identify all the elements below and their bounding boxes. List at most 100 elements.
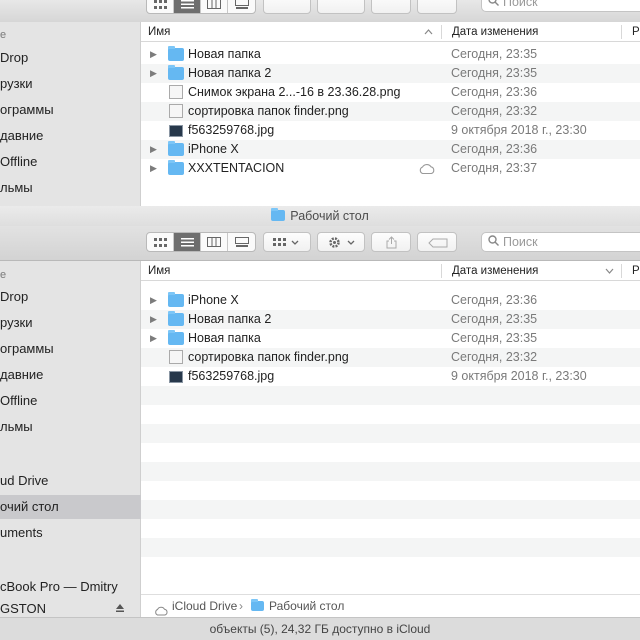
path-separator: › — [239, 599, 243, 613]
list-view-icon[interactable] — [174, 233, 201, 251]
disclosure-triangle-icon[interactable]: ▶ — [150, 140, 157, 159]
sidebar-item-offline[interactable]: Offline — [0, 150, 141, 174]
sidebar-item-desktop[interactable]: очий стол — [0, 495, 141, 519]
column-divider[interactable] — [441, 264, 442, 278]
path-folder[interactable]: Рабочий стол — [269, 595, 344, 617]
folder-icon — [271, 208, 286, 222]
column-view-icon[interactable] — [201, 233, 228, 251]
sidebar-item-downloads[interactable]: рузки — [0, 72, 141, 96]
group-button[interactable] — [263, 232, 311, 252]
sidebar-item-downloads[interactable]: рузки — [0, 311, 141, 335]
disclosure-triangle-icon[interactable]: ▶ — [150, 329, 157, 348]
tags-button[interactable] — [417, 232, 457, 252]
sidebar-item-airdrop[interactable]: Drop — [0, 46, 141, 70]
view-mode-segmented-control[interactable] — [146, 0, 256, 14]
file-name: XXXTENTACION — [188, 161, 285, 175]
sidebar-section-header: e — [0, 269, 7, 281]
file-name: сортировка папок finder.png — [188, 104, 349, 118]
disclosure-triangle-icon[interactable]: ▶ — [150, 45, 157, 64]
file-name: iPhone X — [188, 142, 239, 156]
sidebar-item-applications[interactable]: ограммы — [0, 337, 141, 361]
share-icon — [386, 236, 397, 249]
table-row[interactable]: ▶ iPhone X Сегодня, 23:36 — [141, 140, 640, 159]
file-name: Новая папка 2 — [188, 66, 272, 80]
table-row[interactable]: ▶ XXXTENTACION Сегодня, 23:37 — [141, 159, 640, 178]
disclosure-triangle-icon[interactable]: ▶ — [150, 310, 157, 329]
toolbar: Поиск — [0, 0, 640, 23]
table-row[interactable]: ▶ Новая папка Сегодня, 23:35 — [141, 329, 640, 348]
toolbar: Поиск — [0, 226, 640, 261]
jpg-file-icon — [169, 125, 183, 137]
search-input[interactable]: Поиск — [481, 0, 640, 12]
table-row[interactable]: f563259768.jpg 9 октября 2018 г., 23:30 — [141, 121, 640, 140]
date-modified: Сегодня, 23:37 — [451, 161, 538, 175]
gallery-view-icon[interactable] — [228, 233, 255, 251]
sidebar-item-movies[interactable]: льмы — [0, 415, 141, 439]
share-button[interactable] — [371, 0, 411, 14]
sidebar-item-icloud-drive[interactable]: ud Drive — [0, 469, 141, 493]
date-modified: Сегодня, 23:35 — [451, 331, 538, 345]
sidebar-item-airdrop[interactable]: Drop — [0, 285, 141, 309]
sidebar-item-movies[interactable]: льмы — [0, 176, 141, 200]
search-placeholder: Поиск — [503, 235, 538, 249]
table-row[interactable]: ▶ Новая папка 2 Сегодня, 23:35 — [141, 64, 640, 83]
column-view-icon[interactable] — [201, 0, 228, 13]
table-row[interactable]: Снимок экрана 2...-16 в 23.36.28.png Сего… — [141, 83, 640, 102]
sidebar-item-applications[interactable]: ограммы — [0, 98, 141, 122]
sidebar-item-offline[interactable]: Offline — [0, 389, 141, 413]
sidebar-item-macbook[interactable]: cBook Pro — Dmitry — [0, 575, 141, 599]
empty-row — [141, 462, 640, 481]
column-divider[interactable] — [621, 264, 622, 278]
table-row[interactable]: ▶ Новая папка Сегодня, 23:35 — [141, 45, 640, 64]
folder-icon — [251, 599, 264, 611]
action-button[interactable] — [317, 232, 365, 252]
date-modified: Сегодня, 23:35 — [451, 66, 538, 80]
eject-icon[interactable] — [115, 601, 125, 617]
column-name[interactable]: Имя — [148, 261, 170, 281]
view-mode-segmented-control[interactable] — [146, 232, 256, 252]
path-root[interactable]: iCloud Drive — [172, 595, 237, 617]
table-row[interactable]: ▶ Новая папка 2 Сегодня, 23:35 — [141, 310, 640, 329]
action-button[interactable] — [317, 0, 365, 14]
sidebar-item-recents[interactable]: давние — [0, 124, 141, 148]
list-view-icon[interactable] — [174, 0, 201, 13]
sidebar-item-documents[interactable]: uments — [0, 521, 141, 545]
search-icon — [488, 0, 499, 9]
column-date[interactable]: Дата изменения — [452, 22, 538, 42]
column-extra[interactable]: Р — [632, 22, 640, 42]
cloud-icon — [418, 162, 436, 181]
disclosure-triangle-icon[interactable]: ▶ — [150, 159, 157, 178]
disclosure-triangle-icon[interactable]: ▶ — [150, 291, 157, 310]
folder-icon — [168, 141, 184, 156]
column-date[interactable]: Дата изменения — [452, 261, 538, 281]
file-name: Новая папка — [188, 47, 261, 61]
icon-view-icon[interactable] — [147, 0, 174, 13]
date-modified: Сегодня, 23:36 — [451, 293, 538, 307]
share-button[interactable] — [371, 232, 411, 252]
date-modified: Сегодня, 23:32 — [451, 104, 538, 118]
column-name[interactable]: Имя — [148, 22, 170, 42]
table-row[interactable]: сортировка папок finder.png Сегодня, 23:3… — [141, 348, 640, 367]
column-divider[interactable] — [441, 25, 442, 39]
finder-window-front: Рабочий стол Поиск e Drop рузки ограммы — [0, 206, 640, 640]
tags-button[interactable] — [417, 0, 457, 14]
disclosure-triangle-icon[interactable]: ▶ — [150, 64, 157, 83]
date-modified: 9 октября 2018 г., 23:30 — [451, 369, 587, 383]
sidebar-item-kingston[interactable]: GSTON — [0, 601, 141, 617]
search-input[interactable]: Поиск — [481, 232, 640, 252]
sidebar: e Drop рузки ограммы давние Offline льмы… — [0, 261, 141, 617]
table-row[interactable]: f563259768.jpg 9 октября 2018 г., 23:30 — [141, 367, 640, 386]
sidebar-item-recents[interactable]: давние — [0, 363, 141, 387]
file-name: f563259768.jpg — [188, 123, 275, 137]
column-extra[interactable]: Р — [632, 261, 640, 281]
icon-view-icon[interactable] — [147, 233, 174, 251]
table-row[interactable]: сортировка папок finder.png Сегодня, 23:3… — [141, 102, 640, 121]
jpg-file-icon — [169, 371, 183, 383]
empty-row — [141, 424, 640, 443]
table-row[interactable]: ▶ iPhone X Сегодня, 23:36 — [141, 291, 640, 310]
gallery-view-icon[interactable] — [228, 0, 255, 13]
column-divider[interactable] — [621, 25, 622, 39]
file-list: Имя Дата изменения Р ▶ Новая папка Сегодня… — [141, 22, 640, 206]
sidebar: e Drop рузки ограммы давние Offline льмы — [0, 22, 141, 206]
group-button[interactable] — [263, 0, 311, 14]
